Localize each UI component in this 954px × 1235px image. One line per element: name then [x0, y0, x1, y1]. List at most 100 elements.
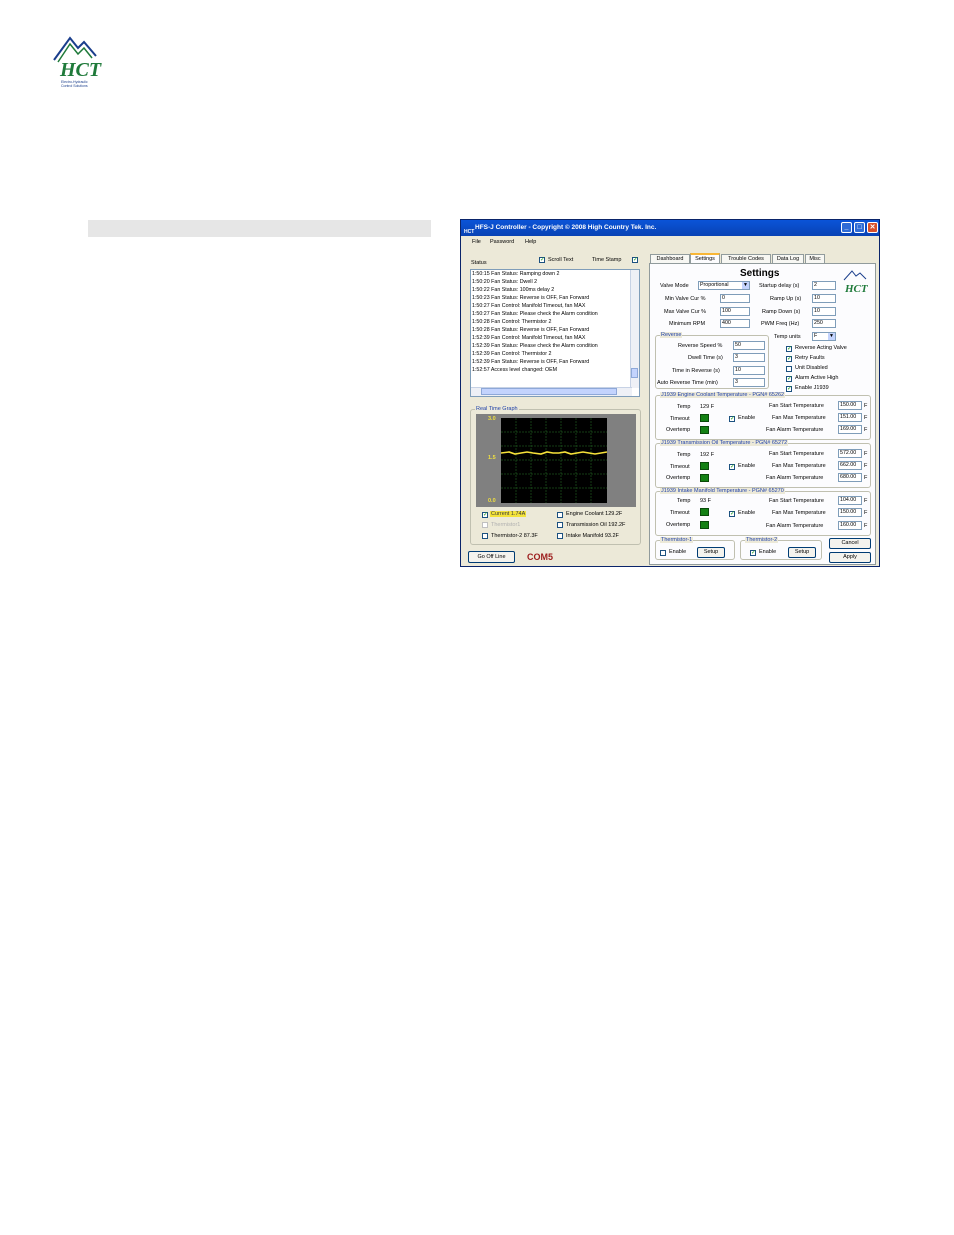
temp-units-select[interactable]: F ▼	[812, 332, 836, 341]
legend-engine-coolant-label: Engine Coolant 129.2F	[566, 511, 623, 517]
log-line: 1:50:27 Fan Status: Please check the Ala…	[472, 311, 598, 317]
maximize-button[interactable]: □	[854, 222, 865, 233]
menu-file[interactable]: File	[472, 236, 481, 248]
enable-label: Enable	[738, 510, 756, 516]
logo-tagline-2: Control Solutions	[61, 84, 88, 88]
close-button[interactable]: ✕	[867, 222, 878, 233]
legend-engine-coolant-checkbox[interactable]	[557, 512, 563, 518]
cancel-button[interactable]: Cancel	[829, 538, 871, 549]
enable-label: Enable	[738, 415, 756, 421]
legend-transmission-checkbox[interactable]	[557, 522, 563, 528]
temp-label: Temp	[677, 404, 691, 410]
valve-mode-select[interactable]: Proportional ▼	[698, 281, 750, 290]
startup-delay-input[interactable]: 2	[812, 281, 836, 290]
intake-manifold-start-input[interactable]: 104.00	[838, 496, 862, 505]
scroll-text-checkbox[interactable]: ✓	[539, 257, 545, 263]
intake-manifold-max-input[interactable]: 150.00	[838, 508, 862, 517]
fan-start-label: Fan Start Temperature	[769, 451, 824, 457]
log-line: 1:50:28 Fan Control: Thermistor 2	[472, 319, 552, 325]
log-line: 1:50:28 Fan Status: Reverse is OFF, Fan …	[472, 327, 590, 333]
tab-dashboard[interactable]: Dashboard	[650, 254, 690, 263]
enable-j1939-checkbox[interactable]: ✓	[786, 386, 792, 392]
engine-coolant-alarm-input[interactable]: 169.00	[838, 425, 862, 434]
thermistor-1-title: Thermistor-1	[660, 537, 694, 543]
time-stamp-label: Time Stamp	[592, 257, 622, 263]
menu-help[interactable]: Help	[525, 236, 536, 248]
time-in-reverse-label: Time in Reverse (s)	[672, 368, 720, 374]
timeout-label: Timeout	[670, 510, 690, 516]
engine-coolant-temp-value: 129 F	[700, 404, 715, 410]
thermistor-2-enable-checkbox[interactable]: ✓	[750, 550, 756, 556]
thermistor-2-setup-button[interactable]: Setup	[788, 547, 816, 558]
title-bar[interactable]: HCT HFS-J Controller - Copyright © 2008 …	[461, 220, 879, 236]
engine-coolant-enable-checkbox[interactable]: ✓	[729, 416, 735, 422]
horizontal-scrollbar[interactable]	[471, 387, 632, 396]
small-logo-text: HCT	[844, 283, 869, 294]
engine-coolant-max-input[interactable]: 151.00	[838, 413, 862, 422]
timeout-label: Timeout	[670, 416, 690, 422]
intake-manifold-alarm-input[interactable]: 160.00	[838, 521, 862, 530]
scroll-thumb[interactable]	[631, 368, 638, 378]
legend-intake-checkbox[interactable]	[557, 533, 563, 539]
unit-label: F	[864, 427, 868, 433]
alarm-active-high-checkbox[interactable]: ✓	[786, 376, 792, 382]
transmission-oil-enable-checkbox[interactable]: ✓	[729, 464, 735, 470]
unit-disabled-checkbox[interactable]	[786, 366, 792, 372]
hct-small-logo-icon: HCT	[843, 270, 869, 294]
legend-current-checkbox[interactable]: ✓	[482, 512, 488, 518]
minimize-button[interactable]: _	[841, 222, 852, 233]
dwell-time-input[interactable]: 3	[733, 353, 765, 362]
min-valve-input[interactable]: 0	[720, 294, 750, 303]
thermistor-1-setup-button[interactable]: Setup	[697, 547, 725, 558]
overtemp-label: Overtemp	[666, 427, 691, 433]
graph-plot	[500, 418, 608, 503]
tab-data-log[interactable]: Data Log	[772, 254, 804, 263]
time-stamp-checkbox[interactable]: ✓	[632, 257, 638, 263]
auto-reverse-label: Auto Reverse Time (min)	[657, 380, 718, 386]
legend-thermistor1-checkbox	[482, 522, 488, 528]
overtemp-led	[700, 474, 709, 482]
status-log[interactable]: 1:50:15 Fan Status: Ramping down 2 1:50:…	[470, 269, 640, 397]
log-line: 1:52:57 Access level changed: OEM	[472, 367, 558, 373]
temp-label: Temp	[677, 452, 691, 458]
fan-alarm-label: Fan Alarm Temperature	[766, 475, 824, 481]
max-valve-input[interactable]: 100	[720, 307, 750, 316]
reverse-acting-valve-checkbox[interactable]: ✓	[786, 346, 792, 352]
min-rpm-input[interactable]: 400	[720, 319, 750, 328]
go-offline-button[interactable]: Go Off Line	[468, 551, 515, 563]
timeout-led	[700, 462, 709, 470]
j1939-engine-coolant-title: J1939 Engine Coolant Temperature - PGN# …	[660, 392, 786, 398]
hscroll-thumb[interactable]	[481, 388, 617, 395]
unit-label: F	[864, 451, 868, 457]
time-in-reverse-input[interactable]: 10	[733, 366, 765, 375]
thermistor-2-enable-label: Enable	[759, 549, 777, 555]
engine-coolant-start-input[interactable]: 150.00	[838, 401, 862, 410]
legend-thermistor2-checkbox[interactable]	[482, 533, 488, 539]
intake-manifold-enable-checkbox[interactable]: ✓	[729, 511, 735, 517]
chevron-down-icon: ▼	[828, 333, 835, 340]
transmission-oil-alarm-input[interactable]: 680.00	[838, 473, 862, 482]
timeout-led	[700, 414, 709, 422]
legend-transmission-label: Transmission Oil 192.2F	[566, 522, 626, 528]
auto-reverse-input[interactable]: 3	[733, 378, 765, 387]
ramp-down-input[interactable]: 10	[812, 307, 836, 316]
chevron-down-icon: ▼	[742, 282, 749, 289]
retry-faults-label: Retry Faults	[795, 355, 825, 361]
vertical-scrollbar[interactable]	[630, 270, 639, 388]
tab-misc[interactable]: Misc	[805, 254, 825, 263]
pwm-freq-input[interactable]: 250	[812, 319, 836, 328]
apply-button[interactable]: Apply	[829, 552, 871, 563]
retry-faults-checkbox[interactable]: ✓	[786, 356, 792, 362]
tab-trouble-codes[interactable]: Trouble Codes	[721, 254, 771, 263]
transmission-oil-start-input[interactable]: 572.00	[838, 449, 862, 458]
logo-text: HCT	[59, 59, 102, 81]
unit-label: F	[864, 403, 868, 409]
j1939-transmission-oil-title: J1939 Transmission Oil Temperature - PGN…	[660, 440, 789, 446]
overtemp-led	[700, 426, 709, 434]
menu-password[interactable]: Password	[490, 236, 514, 248]
transmission-oil-max-input[interactable]: 662.00	[838, 461, 862, 470]
reverse-acting-valve-label: Reverse Acting Valve	[795, 345, 847, 351]
reverse-speed-input[interactable]: 50	[733, 341, 765, 350]
ramp-up-input[interactable]: 10	[812, 294, 836, 303]
thermistor-1-enable-checkbox[interactable]	[660, 550, 666, 556]
